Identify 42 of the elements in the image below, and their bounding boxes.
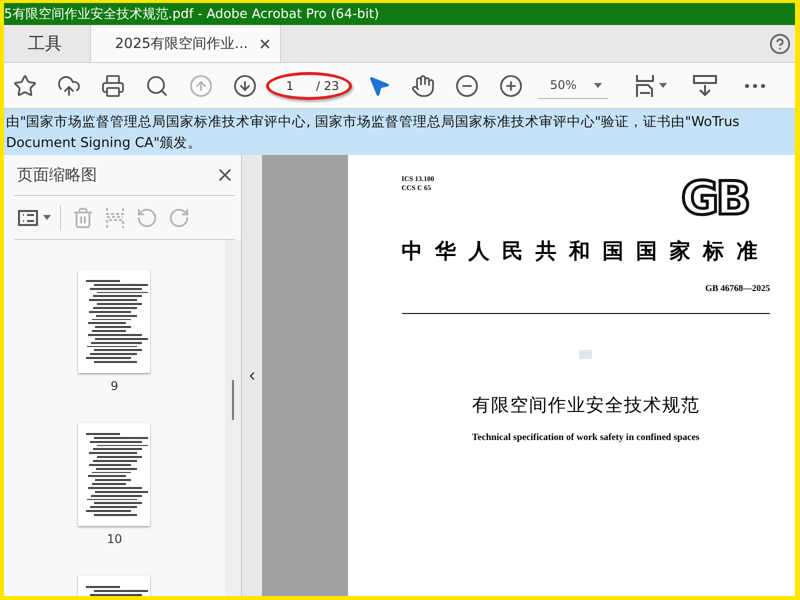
- standard-logo: GB: [681, 175, 748, 221]
- page-number: 10: [106, 532, 122, 546]
- search-icon: [145, 74, 169, 98]
- plus-icon: [499, 74, 523, 98]
- star-icon: [13, 74, 37, 98]
- caret-icon: [658, 83, 666, 88]
- close-icon[interactable]: [258, 36, 272, 50]
- page-number-field[interactable]: 1 / 23: [272, 68, 352, 102]
- panel-title: 页面缩略图: [16, 164, 97, 186]
- list-options-icon: [18, 210, 38, 226]
- page-input[interactable]: 1: [286, 78, 300, 92]
- help-icon[interactable]: [769, 32, 791, 54]
- caret-icon: [42, 215, 50, 220]
- page-total: / 23: [316, 78, 340, 92]
- more-icon: [745, 84, 765, 88]
- small-logo-icon: [579, 350, 592, 359]
- signature-notice: 由"国家市场监督管理总局国家标准技术审评中心, 国家市场监督管理总局国家标准技术审评中心"验证，证书由"WoTrus Document Signing CA"颁发。: [4, 108, 795, 155]
- hand-icon: [411, 74, 435, 98]
- extract-pages-icon: [105, 206, 125, 228]
- arrow-down-icon: [233, 74, 257, 98]
- english-title: Technical specification of work safety in confined spaces: [472, 433, 700, 443]
- rotate-left-icon: [136, 206, 158, 228]
- tab[interactable]: 2025有限空间作业...: [91, 25, 281, 62]
- printer-icon: [101, 74, 125, 98]
- fit-page-icon: [634, 74, 656, 98]
- page-thumbnail[interactable]: [78, 270, 150, 373]
- window-title: 5有限空间作业安全技术规范.pdf - Adobe Acrobat Pro (64-bit): [4, 3, 795, 25]
- document-title: 有限空间作业安全技术规范: [472, 394, 700, 417]
- page-thumbnail[interactable]: [78, 423, 150, 526]
- page-number: 9: [110, 379, 118, 393]
- zoom-dropdown[interactable]: 50%: [538, 72, 608, 98]
- standard-heading: 中华人民共和国国家标准: [402, 237, 770, 265]
- scrollbar[interactable]: [224, 240, 241, 596]
- rotate-right-icon: [168, 206, 190, 228]
- caret-icon: [594, 82, 602, 88]
- collapse-handle[interactable]: [240, 155, 262, 596]
- minus-icon: [455, 74, 479, 98]
- scroll-mode-icon: [693, 74, 717, 96]
- trash-icon: [72, 206, 94, 228]
- standard-number: GB 46768—2025: [705, 283, 770, 293]
- cloud-upload-icon: [57, 74, 81, 98]
- arrow-up-icon: [189, 74, 213, 98]
